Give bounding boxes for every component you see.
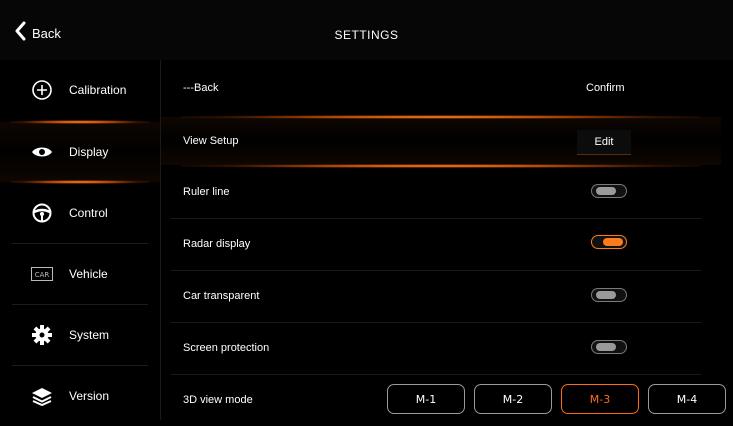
car-transparent-toggle[interactable] bbox=[591, 288, 627, 302]
sidebar-item-label: Calibration bbox=[69, 83, 127, 97]
ruler-line-row: Ruler line bbox=[161, 166, 733, 218]
sidebar-item-label: Display bbox=[69, 145, 109, 159]
mode-button-m1[interactable]: M-1 bbox=[387, 384, 465, 414]
mode-button-m3[interactable]: M-3 bbox=[561, 384, 639, 414]
screen-protection-row: Screen protection bbox=[161, 322, 733, 374]
sidebar: Calibration Display Control CAR Vehicle … bbox=[0, 60, 161, 420]
plus-circle-icon bbox=[30, 78, 54, 102]
radar-display-label: Radar display bbox=[183, 238, 251, 250]
car-badge-icon: CAR bbox=[30, 262, 54, 286]
sidebar-item-label: Vehicle bbox=[69, 267, 108, 281]
top-bar: Back SETTINGS bbox=[0, 0, 733, 60]
ruler-line-label: Ruler line bbox=[183, 186, 230, 198]
mode-button-m2[interactable]: M-2 bbox=[474, 384, 552, 414]
confirm-button[interactable]: Confirm bbox=[586, 82, 625, 94]
car-transparent-row: Car transparent bbox=[161, 270, 733, 322]
sidebar-item-label: System bbox=[69, 328, 110, 342]
sidebar-item-calibration[interactable]: Calibration bbox=[0, 60, 160, 120]
view-setup-label: View Setup bbox=[183, 135, 239, 147]
screen-protection-toggle[interactable] bbox=[591, 340, 627, 354]
car-transparent-label: Car transparent bbox=[183, 290, 260, 302]
settings-panel: ---Back Confirm View Setup Edit Ruler li… bbox=[161, 60, 733, 420]
3d-view-mode-label: 3D view mode bbox=[183, 394, 253, 406]
page-title: SETTINGS bbox=[334, 28, 399, 42]
view-setup-row: View Setup bbox=[161, 115, 733, 167]
layers-icon bbox=[30, 384, 54, 408]
eye-icon bbox=[30, 140, 54, 164]
screen-protection-label: Screen protection bbox=[183, 342, 270, 354]
toggle-knob bbox=[603, 238, 623, 246]
sidebar-item-display[interactable]: Display bbox=[0, 122, 160, 182]
ruler-line-toggle[interactable] bbox=[591, 184, 627, 198]
toggle-knob bbox=[596, 187, 616, 195]
toggle-knob bbox=[596, 343, 616, 351]
sidebar-item-version[interactable]: Version bbox=[0, 366, 160, 426]
radar-display-toggle[interactable] bbox=[591, 235, 627, 249]
mode-button-m4[interactable]: M-4 bbox=[648, 384, 726, 414]
sidebar-item-label: Control bbox=[69, 206, 108, 220]
gear-icon bbox=[30, 323, 54, 347]
sidebar-item-vehicle[interactable]: CAR Vehicle bbox=[0, 244, 160, 304]
sidebar-item-control[interactable]: Control bbox=[0, 183, 160, 243]
back-row[interactable]: ---Back bbox=[161, 62, 733, 114]
radar-display-row: Radar display bbox=[161, 218, 733, 270]
back-row-label: ---Back bbox=[183, 82, 219, 94]
steering-wheel-icon bbox=[30, 201, 54, 225]
sidebar-item-system[interactable]: System bbox=[0, 305, 160, 365]
toggle-knob bbox=[596, 291, 616, 299]
edit-button[interactable]: Edit bbox=[577, 130, 631, 155]
sidebar-item-label: Version bbox=[69, 389, 110, 403]
car-badge-text: CAR bbox=[35, 271, 50, 279]
